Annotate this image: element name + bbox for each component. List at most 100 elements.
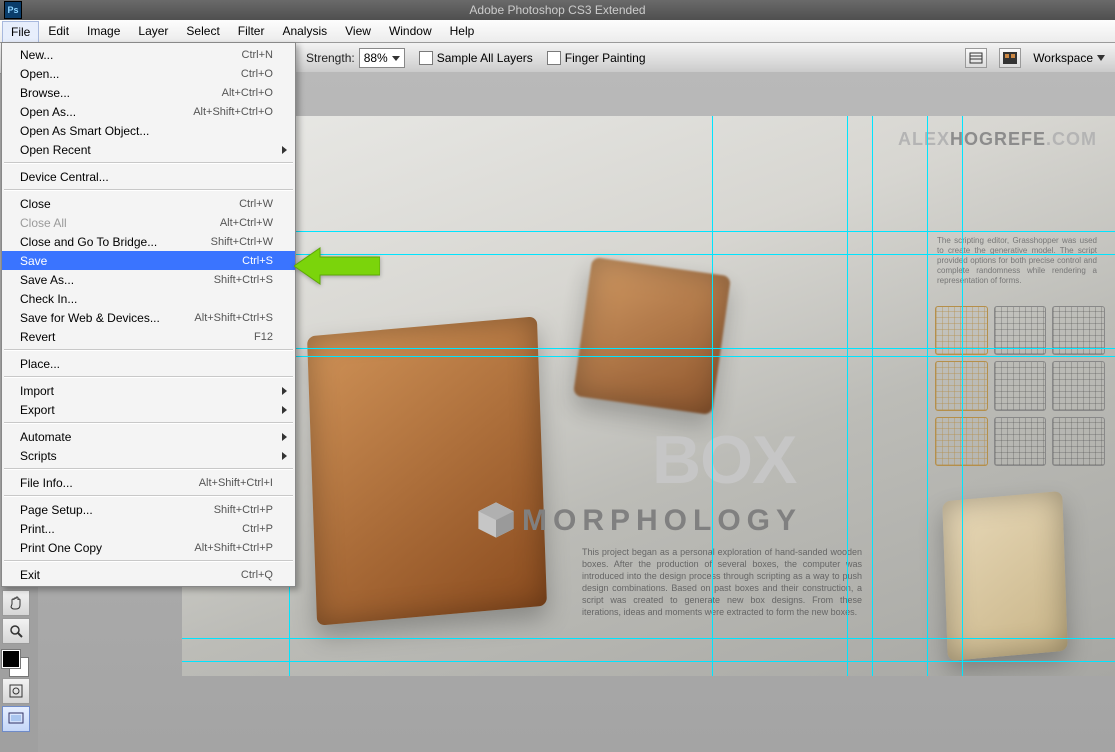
guide-vertical[interactable] bbox=[712, 116, 713, 676]
menu-item-label: Exit bbox=[20, 568, 241, 582]
menu-item-open-recent[interactable]: Open Recent bbox=[2, 140, 295, 159]
watermark-pre: ALEX bbox=[898, 129, 950, 149]
screen-mode-toggle[interactable] bbox=[2, 706, 30, 732]
window-titlebar: Ps Adobe Photoshop CS3 Extended bbox=[0, 0, 1115, 20]
strength-field[interactable]: 88% bbox=[359, 48, 405, 68]
guide-horizontal[interactable] bbox=[182, 356, 1115, 357]
menu-item-shortcut: Alt+Ctrl+O bbox=[222, 87, 273, 99]
menu-window[interactable]: Window bbox=[380, 20, 441, 42]
menu-file[interactable]: File bbox=[2, 21, 39, 42]
menu-item-label: Automate bbox=[20, 430, 273, 444]
menu-item-label: New... bbox=[20, 48, 242, 62]
app-title: Adobe Photoshop CS3 Extended bbox=[0, 3, 1115, 17]
box-logo-icon bbox=[474, 498, 518, 542]
menu-help[interactable]: Help bbox=[441, 20, 484, 42]
menu-item-shortcut: Alt+Shift+Ctrl+S bbox=[194, 312, 273, 324]
menu-item-scripts[interactable]: Scripts bbox=[2, 446, 295, 465]
sample-all-label: Sample All Layers bbox=[437, 51, 533, 65]
menu-edit[interactable]: Edit bbox=[39, 20, 78, 42]
menu-item-device-central[interactable]: Device Central... bbox=[2, 167, 295, 186]
menu-item-new[interactable]: New...Ctrl+N bbox=[2, 45, 295, 64]
menu-item-shortcut: F12 bbox=[254, 331, 273, 343]
menu-item-save-for-web-devices[interactable]: Save for Web & Devices...Alt+Shift+Ctrl+… bbox=[2, 308, 295, 327]
menu-item-label: Print One Copy bbox=[20, 541, 194, 555]
guide-horizontal[interactable] bbox=[182, 348, 1115, 349]
canvas[interactable]: ALEXHOGREFE.COM The scripting editor, Gr… bbox=[182, 116, 1115, 676]
menu-item-browse[interactable]: Browse...Alt+Ctrl+O bbox=[2, 83, 295, 102]
guide-vertical[interactable] bbox=[962, 116, 963, 676]
menu-item-exit[interactable]: ExitCtrl+Q bbox=[2, 565, 295, 584]
menu-item-place[interactable]: Place... bbox=[2, 354, 295, 373]
quick-mask-toggle[interactable] bbox=[2, 678, 30, 704]
menu-item-save-as[interactable]: Save As...Shift+Ctrl+S bbox=[2, 270, 295, 289]
finger-paint-checkbox[interactable] bbox=[547, 51, 561, 65]
menu-separator bbox=[4, 495, 293, 497]
menu-separator bbox=[4, 560, 293, 562]
hero-title: BOX bbox=[652, 426, 796, 494]
menu-item-print[interactable]: Print...Ctrl+P bbox=[2, 519, 295, 538]
guide-vertical[interactable] bbox=[927, 116, 928, 676]
menu-separator bbox=[4, 376, 293, 378]
menu-layer[interactable]: Layer bbox=[129, 20, 177, 42]
file-menu-dropdown: New...Ctrl+NOpen...Ctrl+OBrowse...Alt+Ct… bbox=[1, 42, 296, 587]
menu-item-label: Scripts bbox=[20, 449, 273, 463]
wooden-box-graphic bbox=[573, 257, 731, 415]
menu-item-open-as[interactable]: Open As...Alt+Shift+Ctrl+O bbox=[2, 102, 295, 121]
menu-item-print-one-copy[interactable]: Print One CopyAlt+Shift+Ctrl+P bbox=[2, 538, 295, 557]
menu-item-file-info[interactable]: File Info...Alt+Shift+Ctrl+I bbox=[2, 473, 295, 492]
menu-separator bbox=[4, 349, 293, 351]
foreground-color[interactable] bbox=[2, 650, 20, 668]
menu-item-close-all: Close AllAlt+Ctrl+W bbox=[2, 213, 295, 232]
menu-item-shortcut: Shift+Ctrl+W bbox=[211, 236, 273, 248]
menu-separator bbox=[4, 162, 293, 164]
menu-separator bbox=[4, 422, 293, 424]
guide-vertical[interactable] bbox=[847, 116, 848, 676]
sidebar-copy: The scripting editor, Grasshopper was us… bbox=[937, 236, 1097, 286]
guide-horizontal[interactable] bbox=[182, 661, 1115, 662]
menu-select[interactable]: Select bbox=[177, 20, 228, 42]
menu-item-shortcut: Shift+Ctrl+P bbox=[214, 504, 273, 516]
menu-item-label: Page Setup... bbox=[20, 503, 214, 517]
menu-item-label: Save bbox=[20, 254, 242, 268]
menu-item-close[interactable]: CloseCtrl+W bbox=[2, 194, 295, 213]
sample-all-checkbox[interactable] bbox=[419, 51, 433, 65]
menu-item-open[interactable]: Open...Ctrl+O bbox=[2, 64, 295, 83]
menu-item-page-setup[interactable]: Page Setup...Shift+Ctrl+P bbox=[2, 500, 295, 519]
menu-item-check-in[interactable]: Check In... bbox=[2, 289, 295, 308]
menu-image[interactable]: Image bbox=[78, 20, 129, 42]
menu-item-label: Open As... bbox=[20, 105, 193, 119]
menu-item-shortcut: Shift+Ctrl+S bbox=[214, 274, 273, 286]
menu-filter[interactable]: Filter bbox=[229, 20, 274, 42]
workspace-dropdown[interactable]: Workspace bbox=[1033, 51, 1105, 65]
menu-item-save[interactable]: SaveCtrl+S bbox=[2, 251, 295, 270]
menu-analysis[interactable]: Analysis bbox=[273, 20, 336, 42]
view-options-icon[interactable] bbox=[965, 48, 987, 68]
menu-item-shortcut: Ctrl+P bbox=[242, 523, 273, 535]
watermark-bold: HOGREFE bbox=[950, 129, 1046, 149]
menu-item-label: Print... bbox=[20, 522, 242, 536]
menu-item-shortcut: Alt+Shift+Ctrl+P bbox=[194, 542, 273, 554]
menu-item-open-as-smart-object[interactable]: Open As Smart Object... bbox=[2, 121, 295, 140]
menu-item-shortcut: Alt+Shift+Ctrl+I bbox=[199, 477, 273, 489]
guide-horizontal[interactable] bbox=[182, 231, 1115, 232]
color-swatches[interactable] bbox=[2, 650, 28, 676]
guide-vertical[interactable] bbox=[872, 116, 873, 676]
wireframe-thumbnails bbox=[935, 306, 1105, 466]
hero-subtitle: MORPHOLOGY bbox=[522, 506, 802, 536]
guide-horizontal[interactable] bbox=[182, 638, 1115, 639]
menu-item-import[interactable]: Import bbox=[2, 381, 295, 400]
zoom-tool[interactable] bbox=[2, 618, 30, 644]
menu-item-label: Revert bbox=[20, 330, 254, 344]
menu-separator bbox=[4, 189, 293, 191]
menu-item-export[interactable]: Export bbox=[2, 400, 295, 419]
menu-item-shortcut: Ctrl+W bbox=[239, 198, 273, 210]
bridge-icon[interactable] bbox=[999, 48, 1021, 68]
menu-item-revert[interactable]: RevertF12 bbox=[2, 327, 295, 346]
menu-view[interactable]: View bbox=[336, 20, 380, 42]
menu-item-automate[interactable]: Automate bbox=[2, 427, 295, 446]
hand-tool[interactable] bbox=[2, 590, 30, 616]
menu-item-close-and-go-to-bridge[interactable]: Close and Go To Bridge...Shift+Ctrl+W bbox=[2, 232, 295, 251]
menu-separator bbox=[4, 468, 293, 470]
menu-item-label: Device Central... bbox=[20, 170, 273, 184]
annotation-arrow bbox=[294, 246, 380, 289]
